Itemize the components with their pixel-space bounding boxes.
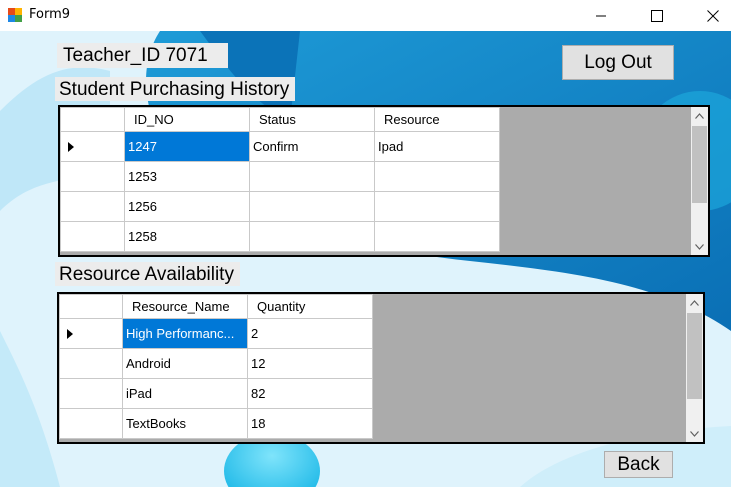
maximize-icon bbox=[651, 9, 663, 22]
title-bar: Form9 bbox=[0, 0, 731, 31]
cell-status[interactable]: Confirm bbox=[249, 131, 375, 162]
purchasing-history-table: ID_NO Status Resource 1247 Confirm Ipad … bbox=[60, 107, 500, 252]
cell-id-no[interactable]: 1258 bbox=[124, 221, 250, 252]
cell-status[interactable] bbox=[249, 221, 375, 252]
current-row-arrow-icon bbox=[68, 142, 74, 152]
cell-resource-name[interactable]: High Performanc... bbox=[122, 318, 248, 349]
cell-resource[interactable] bbox=[374, 161, 500, 192]
column-header-status[interactable]: Status bbox=[249, 107, 375, 132]
cell-quantity[interactable]: 2 bbox=[247, 318, 373, 349]
chevron-up-icon bbox=[695, 112, 704, 119]
close-icon bbox=[707, 9, 719, 22]
column-header-resource-name[interactable]: Resource_Name bbox=[122, 294, 248, 319]
table-row[interactable]: High Performanc... 2 bbox=[59, 318, 373, 349]
column-header-id-no[interactable]: ID_NO bbox=[124, 107, 250, 132]
scroll-thumb[interactable] bbox=[687, 313, 702, 399]
table-row[interactable]: 1253 bbox=[60, 161, 500, 192]
cell-resource[interactable] bbox=[374, 191, 500, 222]
scroll-up-button[interactable] bbox=[691, 107, 708, 124]
row-header[interactable] bbox=[60, 161, 125, 192]
row-header[interactable] bbox=[59, 378, 123, 409]
row-header[interactable] bbox=[60, 221, 125, 252]
window-title: Form9 bbox=[29, 7, 71, 22]
resource-availability-table: Resource_Name Quantity High Performanc..… bbox=[59, 294, 373, 439]
cell-id-no[interactable]: 1256 bbox=[124, 191, 250, 222]
cell-resource-name[interactable]: TextBooks bbox=[122, 408, 248, 439]
row-header-corner bbox=[59, 294, 123, 319]
header-row: Resource_Name Quantity bbox=[59, 294, 373, 319]
table-row[interactable]: iPad 82 bbox=[59, 378, 373, 409]
close-button[interactable] bbox=[690, 0, 731, 31]
cell-resource[interactable] bbox=[374, 221, 500, 252]
table-row[interactable]: TextBooks 18 bbox=[59, 408, 373, 439]
cell-quantity[interactable]: 12 bbox=[247, 348, 373, 379]
row-header-current[interactable] bbox=[59, 318, 123, 349]
app-icon bbox=[8, 8, 22, 22]
table-row[interactable]: 1247 Confirm Ipad bbox=[60, 131, 500, 162]
row-header-corner bbox=[60, 107, 125, 132]
current-row-arrow-icon bbox=[67, 329, 73, 339]
resource-availability-grid[interactable]: Resource_Name Quantity High Performanc..… bbox=[57, 292, 705, 444]
teacher-id-label: Teacher_ID 7071 bbox=[57, 43, 228, 68]
back-button[interactable]: Back bbox=[604, 451, 673, 478]
cell-id-no[interactable]: 1253 bbox=[124, 161, 250, 192]
row-header[interactable] bbox=[59, 348, 123, 379]
row-header[interactable] bbox=[60, 191, 125, 222]
minimize-button[interactable] bbox=[578, 0, 624, 31]
cell-resource-name[interactable]: iPad bbox=[122, 378, 248, 409]
scroll-down-button[interactable] bbox=[686, 425, 703, 442]
chevron-up-icon bbox=[690, 299, 699, 306]
resource-availability-title: Resource Availability bbox=[55, 262, 240, 286]
history-vertical-scrollbar[interactable] bbox=[691, 107, 708, 255]
table-row[interactable]: Android 12 bbox=[59, 348, 373, 379]
resources-vertical-scrollbar[interactable] bbox=[686, 294, 703, 442]
table-row[interactable]: 1256 bbox=[60, 191, 500, 222]
cell-quantity[interactable]: 82 bbox=[247, 378, 373, 409]
table-row[interactable]: 1258 bbox=[60, 221, 500, 252]
cell-status[interactable] bbox=[249, 161, 375, 192]
scroll-up-button[interactable] bbox=[686, 294, 703, 311]
row-header[interactable] bbox=[59, 408, 123, 439]
logout-button[interactable]: Log Out bbox=[562, 45, 674, 80]
chevron-down-icon bbox=[690, 430, 699, 437]
chevron-down-icon bbox=[695, 243, 704, 250]
scroll-thumb[interactable] bbox=[692, 126, 707, 203]
cell-status[interactable] bbox=[249, 191, 375, 222]
minimize-icon bbox=[596, 15, 606, 16]
cell-resource[interactable]: Ipad bbox=[374, 131, 500, 162]
header-row: ID_NO Status Resource bbox=[60, 107, 500, 132]
cell-quantity[interactable]: 18 bbox=[247, 408, 373, 439]
cell-id-no[interactable]: 1247 bbox=[124, 131, 250, 162]
row-header-current[interactable] bbox=[60, 131, 125, 162]
maximize-button[interactable] bbox=[634, 0, 680, 31]
column-header-quantity[interactable]: Quantity bbox=[247, 294, 373, 319]
form-client-area: Teacher_ID 7071 Log Out Student Purchasi… bbox=[0, 31, 731, 487]
cell-resource-name[interactable]: Android bbox=[122, 348, 248, 379]
scroll-down-button[interactable] bbox=[691, 238, 708, 255]
purchasing-history-title: Student Purchasing History bbox=[55, 77, 296, 101]
column-header-resource[interactable]: Resource bbox=[374, 107, 500, 132]
purchasing-history-grid[interactable]: ID_NO Status Resource 1247 Confirm Ipad … bbox=[58, 105, 710, 257]
